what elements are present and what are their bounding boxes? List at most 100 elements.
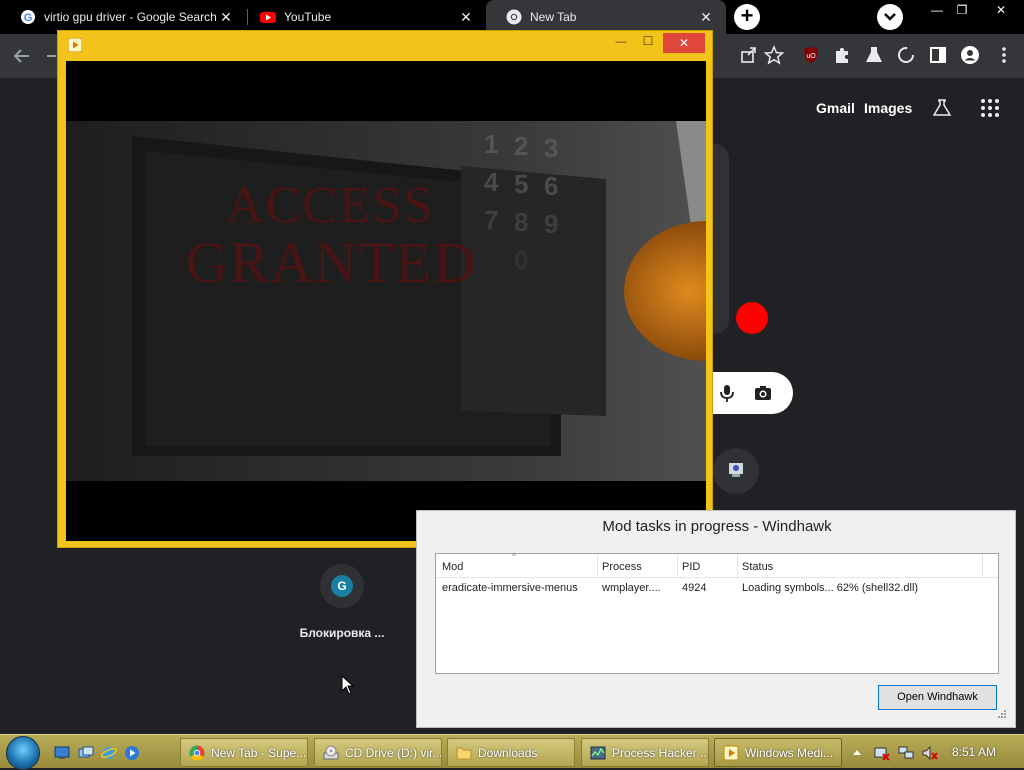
process-hacker-icon bbox=[590, 746, 606, 759]
mouse-cursor-icon bbox=[341, 675, 355, 695]
media-player-titlebar[interactable]: — ☐ ✕ bbox=[58, 31, 712, 59]
shortcut-letter-badge: G bbox=[331, 575, 353, 597]
network-warning-icon[interactable] bbox=[874, 745, 890, 761]
taskbar-button-label: Downloads bbox=[478, 745, 538, 760]
cell-mod: eradicate-immersive-menus bbox=[442, 582, 578, 594]
chrome-icon bbox=[189, 745, 205, 760]
access-granted-text-line2: GRANTED bbox=[186, 230, 478, 295]
open-windhawk-button[interactable]: Open Windhawk bbox=[878, 685, 997, 710]
close-button[interactable]: ✕ bbox=[663, 33, 705, 53]
extensions-puzzle-icon[interactable] bbox=[832, 45, 852, 65]
show-hidden-icons-icon[interactable] bbox=[852, 748, 862, 756]
taskbar-button-downloads[interactable]: Downloads bbox=[447, 738, 575, 767]
keypad-key: 3 bbox=[544, 133, 559, 163]
tab-title: virtio gpu driver - Google Search bbox=[44, 10, 217, 24]
youtube-icon bbox=[260, 12, 276, 23]
minimize-button[interactable]: — bbox=[613, 36, 629, 52]
gmail-link[interactable]: Gmail bbox=[816, 100, 855, 116]
shortcut-favicon-icon bbox=[729, 463, 743, 477]
keypad-key: 2 bbox=[514, 131, 529, 161]
cell-pid: 4924 bbox=[682, 582, 707, 594]
lens-camera-icon[interactable] bbox=[753, 383, 773, 403]
access-granted-text-line1: ACCESS bbox=[226, 177, 435, 234]
network-icon[interactable] bbox=[898, 745, 914, 761]
media-player-icon bbox=[723, 745, 739, 760]
profile-avatar-icon[interactable] bbox=[960, 45, 980, 65]
voice-search-mic-icon[interactable] bbox=[717, 383, 737, 403]
keypad-key: 4 bbox=[484, 167, 499, 197]
tab-close-icon[interactable]: ✕ bbox=[218, 9, 234, 25]
reload-spinner-icon[interactable] bbox=[896, 45, 916, 65]
svg-text:uO: uO bbox=[806, 53, 816, 60]
start-button[interactable] bbox=[6, 736, 40, 770]
google-icon: G bbox=[21, 10, 35, 24]
taskbar-button-label: Windows Medi... bbox=[745, 745, 834, 760]
video-frame bbox=[66, 121, 706, 541]
new-tab-button[interactable]: + bbox=[734, 4, 760, 30]
google-apps-grid-icon[interactable] bbox=[980, 98, 1000, 118]
browser-tab-strip: G virtio gpu driver - Google Search ✕ Yo… bbox=[0, 0, 1024, 34]
media-player-quicklaunch-icon[interactable] bbox=[124, 745, 140, 761]
tab-title: YouTube bbox=[284, 10, 332, 24]
chrome-close-button[interactable]: ✕ bbox=[986, 0, 1016, 22]
keypad-key: 8 bbox=[514, 207, 529, 237]
media-player-window: — ☐ ✕ ACCESS GRANTED 1 2 3 4 5 6 7 8 9 0 bbox=[57, 30, 713, 548]
windows-taskbar: New Tab - Supe... CD Drive (D:) vir... D… bbox=[0, 734, 1024, 770]
side-panel-icon[interactable] bbox=[928, 45, 948, 65]
shortcut-tile[interactable]: G Блокировка ... bbox=[290, 558, 394, 640]
taskbar-button-media-player[interactable]: Windows Medi... bbox=[714, 738, 842, 767]
ublock-origin-icon[interactable]: uO bbox=[801, 45, 821, 65]
record-dot bbox=[736, 302, 768, 334]
volume-muted-icon[interactable] bbox=[922, 745, 938, 761]
video-area[interactable]: ACCESS GRANTED 1 2 3 4 5 6 7 8 9 0 bbox=[66, 61, 706, 541]
chrome-restore-button[interactable]: ❐ bbox=[947, 0, 977, 22]
resize-grip-icon[interactable] bbox=[997, 709, 1007, 719]
keypad-key: 5 bbox=[514, 169, 529, 199]
taskbar-button-label: Process Hacker ... bbox=[612, 745, 708, 760]
taskbar-button-label: CD Drive (D:) vir... bbox=[345, 745, 441, 760]
images-link[interactable]: Images bbox=[864, 100, 912, 116]
shortcut-avatar: G bbox=[320, 564, 364, 608]
tab-youtube[interactable]: YouTube ✕ bbox=[240, 0, 486, 34]
keypad: 1 2 3 4 5 6 7 8 9 0 bbox=[484, 129, 594, 329]
bookmark-star-icon[interactable] bbox=[764, 45, 784, 65]
share-icon[interactable] bbox=[739, 45, 759, 65]
chevron-down-icon bbox=[884, 13, 896, 21]
taskbar-button-process-hacker[interactable]: Process Hacker ... bbox=[581, 738, 709, 767]
tab-close-icon[interactable]: ✕ bbox=[458, 9, 474, 25]
windhawk-dialog: Mod tasks in progress - Windhawk Mod ^ P… bbox=[416, 510, 1016, 728]
shortcut-tile-partial[interactable] bbox=[713, 448, 759, 494]
taskbar-button-cd-drive[interactable]: CD Drive (D:) vir... bbox=[314, 738, 442, 767]
tab-new-tab[interactable]: New Tab ✕ bbox=[486, 0, 726, 34]
keypad-key: 0 bbox=[514, 245, 529, 275]
back-arrow-icon bbox=[13, 49, 29, 63]
maximize-button[interactable]: ☐ bbox=[640, 34, 656, 50]
mod-tasks-list[interactable]: Mod ^ Process PID Status eradicate-immer… bbox=[435, 552, 999, 674]
labs-flask-icon[interactable] bbox=[864, 45, 884, 65]
tab-title: New Tab bbox=[530, 10, 577, 24]
tab-google-search[interactable]: G virtio gpu driver - Google Search ✕ bbox=[0, 0, 246, 34]
table-row[interactable]: eradicate-immersive-menus wmplayer.... 4… bbox=[436, 554, 998, 600]
show-desktop-icon[interactable] bbox=[54, 745, 70, 761]
tab-close-icon[interactable]: ✕ bbox=[698, 9, 714, 25]
internet-explorer-icon[interactable] bbox=[101, 745, 117, 761]
shortcut-label: Блокировка ... bbox=[299, 626, 385, 640]
svg-text:G: G bbox=[24, 12, 33, 24]
cd-drive-icon bbox=[323, 745, 339, 759]
keypad-key: 9 bbox=[544, 209, 559, 239]
tab-search-button[interactable] bbox=[877, 4, 903, 30]
switch-windows-icon[interactable] bbox=[78, 745, 94, 761]
taskbar-clock[interactable]: 8:51 AM bbox=[952, 745, 996, 759]
dialog-title: Mod tasks in progress - Windhawk bbox=[602, 518, 832, 535]
cell-process: wmplayer.... bbox=[602, 582, 661, 594]
taskbar-button-label: New Tab - Supe... bbox=[211, 745, 307, 760]
chrome-icon bbox=[506, 9, 522, 25]
taskbar-button-chrome[interactable]: New Tab - Supe... bbox=[180, 738, 308, 767]
keypad-key: 7 bbox=[484, 205, 499, 235]
search-box-edge bbox=[713, 372, 793, 414]
back-button[interactable] bbox=[10, 44, 34, 68]
cell-status: Loading symbols... 62% (shell32.dll) bbox=[742, 582, 919, 594]
media-player-icon bbox=[68, 38, 82, 52]
search-labs-icon[interactable] bbox=[932, 98, 952, 118]
menu-kebab-icon[interactable] bbox=[994, 45, 1014, 65]
